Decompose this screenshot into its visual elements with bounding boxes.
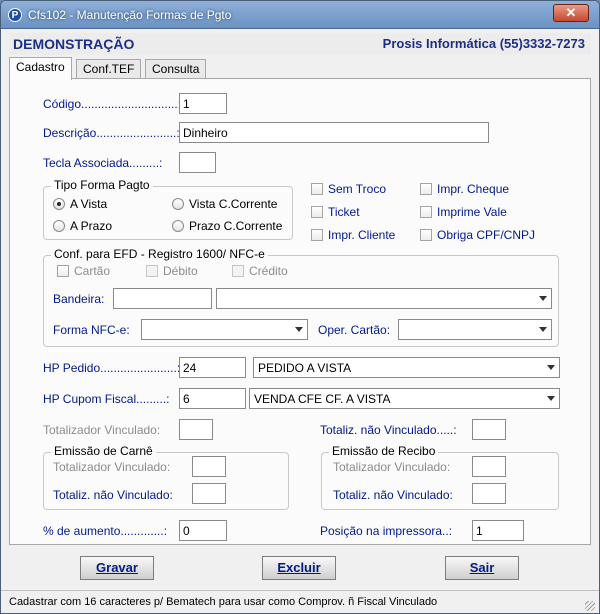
radio-a-prazo-label: A Prazo xyxy=(70,219,113,233)
title-bar[interactable]: P Cfs102 - Manutenção Formas de Pgto ✕ xyxy=(1,1,599,29)
check-impr-cheque-label: Impr. Cheque xyxy=(437,182,510,196)
codigo-input[interactable] xyxy=(179,93,227,114)
cadastro-panel: Código.............................: Des… xyxy=(9,78,591,545)
status-bar: Cadastrar com 16 caracteres p/ Bematech … xyxy=(1,590,599,613)
recibo-nao-vinculado-input[interactable] xyxy=(472,483,506,504)
tab-cadastro[interactable]: Cadastro xyxy=(9,57,72,80)
check-impr-cliente[interactable] xyxy=(311,229,323,241)
chevron-down-icon xyxy=(539,327,547,332)
resize-grip-icon[interactable] xyxy=(585,601,595,611)
chevron-down-icon xyxy=(547,396,555,401)
window-title: Cfs102 - Manutenção Formas de Pgto xyxy=(28,8,232,22)
forma-nfce-label: Forma NFC-e: xyxy=(53,323,130,337)
tipo-forma-title: Tipo Forma Pagto xyxy=(51,178,153,192)
check-imprime-vale-label: Imprime Vale xyxy=(437,205,507,219)
chevron-down-icon xyxy=(547,365,555,370)
check-impr-cheque[interactable] xyxy=(420,183,432,195)
radio-a-vista[interactable] xyxy=(53,198,65,210)
forma-nfce-select[interactable] xyxy=(141,319,308,340)
carne-nao-vinculado-input[interactable] xyxy=(192,483,226,504)
company-left: DEMONSTRAÇÃO xyxy=(13,36,135,52)
bandeira-label: Bandeira: xyxy=(53,292,105,306)
hp-cupom-select[interactable]: VENDA CFE CF. A VISTA xyxy=(249,388,560,409)
check-obriga-cpf[interactable] xyxy=(420,229,432,241)
main-window: P Cfs102 - Manutenção Formas de Pgto ✕ D… xyxy=(0,0,600,614)
posicao-input[interactable] xyxy=(472,520,524,541)
tab-conf-tef[interactable]: Conf.TEF xyxy=(76,59,142,79)
hp-pedido-code[interactable] xyxy=(179,357,246,378)
hp-pedido-select[interactable]: PEDIDO A VISTA xyxy=(253,357,560,378)
header-band: DEMONSTRAÇÃO Prosis Informática (55)3332… xyxy=(9,33,591,55)
check-debito-label: Débito xyxy=(163,264,198,278)
close-button[interactable]: ✕ xyxy=(553,4,589,22)
check-ticket-label: Ticket xyxy=(328,205,360,219)
descricao-label: Descrição........................: xyxy=(43,126,180,140)
check-credito xyxy=(232,265,244,277)
hp-cupom-select-value: VENDA CFE CF. A VISTA xyxy=(254,392,391,406)
check-sem-troco[interactable] xyxy=(311,183,323,195)
check-impr-cliente-label: Impr. Cliente xyxy=(328,228,396,242)
check-ticket[interactable] xyxy=(311,206,323,218)
efd-title: Conf. para EFD - Registro 1600/ NFC-e xyxy=(51,247,268,261)
descricao-input[interactable] xyxy=(179,122,489,143)
bandeira-select[interactable] xyxy=(216,288,552,309)
status-text: Cadastrar com 16 caracteres p/ Bematech … xyxy=(9,596,438,608)
carne-totalizador-input[interactable] xyxy=(192,456,226,477)
company-right: Prosis Informática (55)3332-7273 xyxy=(382,36,585,51)
aumento-input[interactable] xyxy=(179,520,227,541)
excluir-button[interactable]: Excluir xyxy=(262,556,336,580)
tecla-label: Tecla Associada.........: xyxy=(43,156,163,170)
radio-prazo-cc[interactable] xyxy=(172,220,184,232)
carne-totalizador-label: Totalizador Vinculado: xyxy=(53,460,171,474)
app-icon: P xyxy=(8,8,22,22)
check-imprime-vale[interactable] xyxy=(420,206,432,218)
recibo-nao-vinculado-label: Totaliz. não Vinculado: xyxy=(333,488,453,502)
totalizador-vinculado-label: Totalizador Vinculado: xyxy=(43,423,161,437)
hp-cupom-label: HP Cupom Fiscal.........: xyxy=(43,392,170,406)
carne-title: Emissão de Carnê xyxy=(51,444,156,458)
tecla-input[interactable] xyxy=(179,152,216,173)
recibo-totalizador-input[interactable] xyxy=(472,456,506,477)
oper-cartao-label: Oper. Cartão: xyxy=(318,323,391,337)
hp-pedido-label: HP Pedido.......................: xyxy=(43,361,181,375)
check-sem-troco-label: Sem Troco xyxy=(328,182,387,196)
check-credito-label: Crédito xyxy=(249,264,288,278)
hp-cupom-code[interactable] xyxy=(179,388,246,409)
aumento-label: % de aumento.............: xyxy=(43,524,168,538)
totalizador-vinculado-input[interactable] xyxy=(179,419,213,440)
posicao-label: Posição na impressora..: xyxy=(320,524,453,538)
hp-pedido-select-value: PEDIDO A VISTA xyxy=(258,361,352,375)
radio-vista-cc-label: Vista C.Corrente xyxy=(189,197,278,211)
radio-a-prazo[interactable] xyxy=(53,220,65,232)
radio-a-vista-label: A Vista xyxy=(70,197,108,211)
recibo-totalizador-label: Totalizador Vinculado: xyxy=(333,460,451,474)
check-debito xyxy=(146,265,158,277)
bandeira-code-input[interactable] xyxy=(113,288,212,309)
close-icon: ✕ xyxy=(565,5,577,20)
codigo-label: Código.............................: xyxy=(43,97,182,111)
chevron-down-icon xyxy=(539,296,547,301)
gravar-button[interactable]: Gravar xyxy=(80,556,154,580)
check-cartao-label: Cartão xyxy=(74,264,111,278)
totaliz-nao-vinculado-input[interactable] xyxy=(472,419,506,440)
radio-prazo-cc-label: Prazo C.Corrente xyxy=(189,219,283,233)
recibo-title: Emissão de Recibo xyxy=(329,444,439,458)
tab-consulta[interactable]: Consulta xyxy=(145,59,207,79)
oper-cartao-select[interactable] xyxy=(398,319,552,340)
check-obriga-cpf-label: Obriga CPF/CNPJ xyxy=(437,228,536,242)
sair-button[interactable]: Sair xyxy=(445,556,519,580)
carne-nao-vinculado-label: Totaliz. não Vinculado: xyxy=(53,488,173,502)
check-cartao[interactable] xyxy=(57,265,69,277)
chevron-down-icon xyxy=(295,327,303,332)
totaliz-nao-vinculado-label: Totaliz. não Vinculado.....: xyxy=(320,423,457,437)
radio-vista-cc[interactable] xyxy=(172,198,184,210)
